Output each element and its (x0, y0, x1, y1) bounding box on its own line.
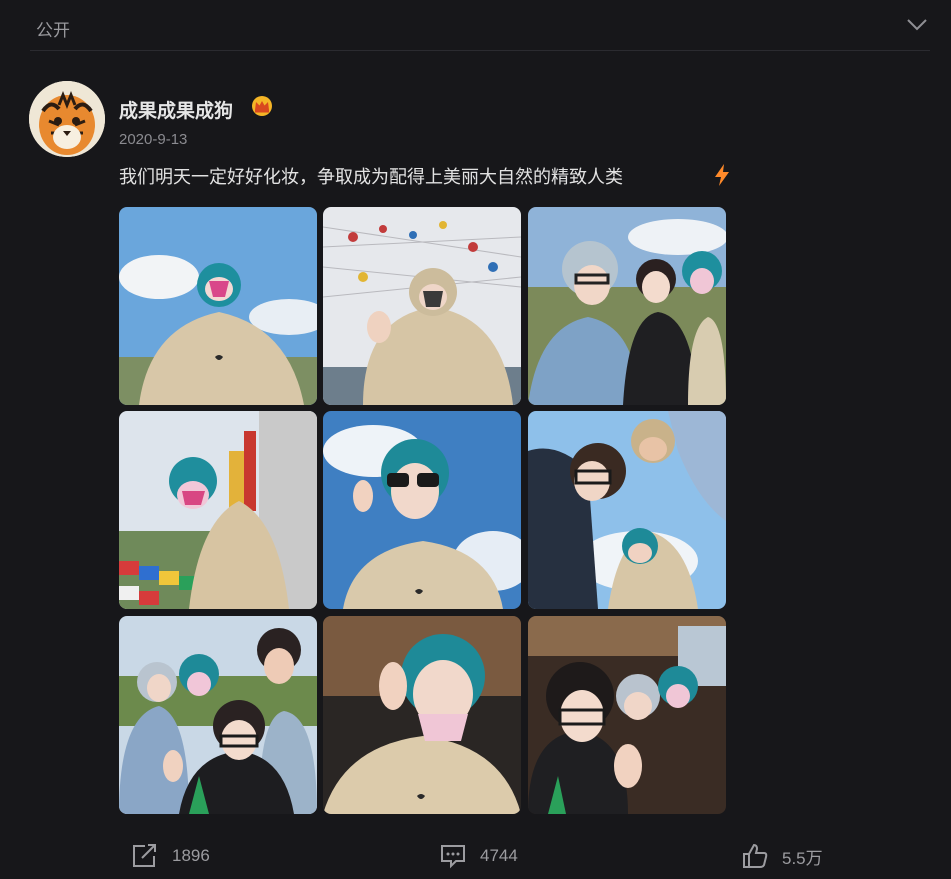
chevron-down-icon[interactable] (906, 16, 928, 32)
comment-icon (441, 845, 465, 869)
photo-2[interactable] (323, 207, 521, 405)
photo-5[interactable] (323, 411, 521, 609)
photo-4[interactable] (119, 411, 317, 609)
share-icon (133, 844, 156, 867)
divider (30, 50, 930, 51)
thumbs-up-icon (743, 843, 768, 868)
photo-grid (119, 207, 726, 814)
crown-icon[interactable] (250, 95, 274, 117)
lightning-icon (712, 163, 732, 187)
photo-1[interactable] (119, 207, 317, 405)
tiger-avatar-icon (29, 81, 105, 157)
post-date[interactable]: 2020-9-13 (119, 131, 187, 148)
photo-7[interactable] (119, 616, 317, 814)
comment-count: 4744 (480, 846, 518, 865)
visibility-bar: 公开 (0, 0, 951, 52)
photo-6[interactable] (528, 411, 726, 609)
comment-button[interactable]: 4744 (439, 842, 518, 870)
photo-8[interactable] (323, 616, 521, 814)
share-button[interactable]: 1896 (131, 842, 210, 870)
photo-9[interactable] (528, 616, 726, 814)
visibility-label: 公开 (36, 21, 70, 40)
post-text: 我们明天一定好好化妆，争取成为配得上美丽大自然的精致人类 (119, 167, 623, 187)
share-count: 1896 (172, 846, 210, 865)
avatar[interactable] (29, 81, 105, 157)
author-name[interactable]: 成果成果成狗 (119, 96, 233, 123)
photo-3[interactable] (528, 207, 726, 405)
like-button[interactable]: 5.5万 (741, 842, 823, 870)
action-bar: 1896 4744 5.5万 (0, 836, 951, 876)
like-count: 5.5万 (782, 848, 823, 868)
